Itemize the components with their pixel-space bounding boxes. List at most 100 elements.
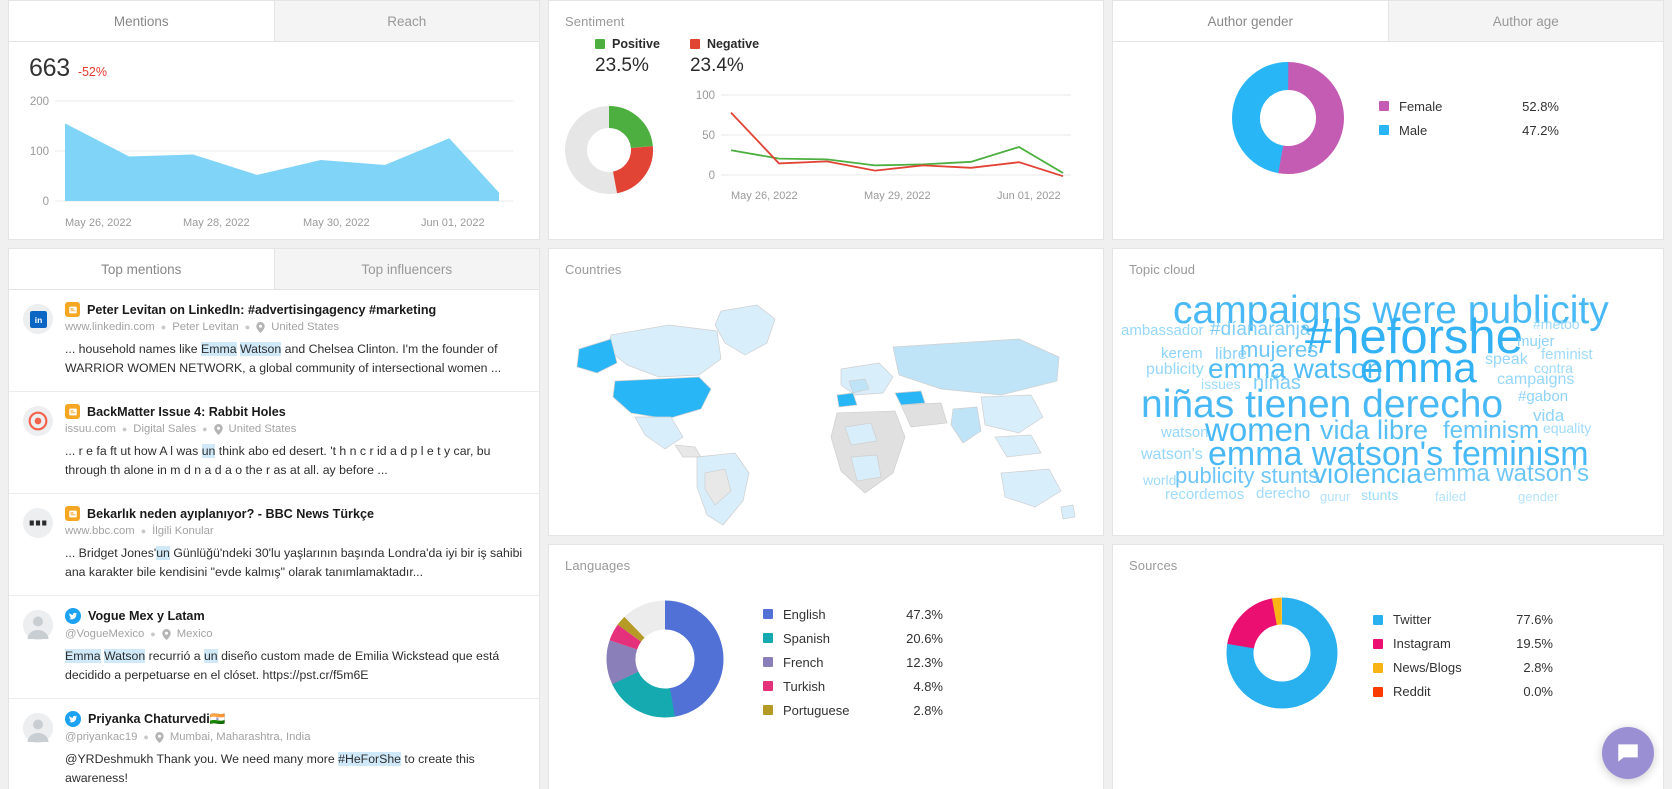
legend-swatch-icon [1373, 662, 1383, 673]
intercom-chat-button[interactable] [1602, 727, 1654, 779]
topic-cloud-word[interactable]: violencia [1313, 460, 1422, 488]
topic-cloud-word[interactable]: speak [1485, 352, 1528, 368]
mention-meta: www.linkedin.com ● Peter Levitan ● United St… [65, 321, 525, 333]
country-new-zealand[interactable] [1060, 504, 1076, 520]
mention-item[interactable]: BackMatter Issue 4: Rabbit Holes issuu.co… [9, 392, 539, 494]
female-swatch-icon [1379, 101, 1389, 111]
tab-mentions[interactable]: Mentions [9, 1, 275, 41]
topic-cloud-word[interactable]: equality [1543, 421, 1591, 435]
tab-author-gender[interactable]: Author gender [1113, 1, 1389, 41]
legend-item[interactable]: Twitter 77.6% [1373, 612, 1553, 627]
country-greenland[interactable] [714, 304, 776, 356]
mention-domain[interactable]: issuu.com [65, 423, 116, 435]
tab-top-mentions[interactable]: Top mentions [9, 249, 275, 289]
mention-body: Priyanka Chaturvedi🇮🇳 @priyankac19 ● Mumbai… [65, 711, 525, 788]
mentions-ytick-100: 100 [30, 146, 49, 158]
region-middle-east[interactable] [900, 402, 948, 428]
region-europe[interactable] [840, 362, 894, 396]
country-nigeria[interactable] [844, 422, 878, 446]
mention-title[interactable]: Vogue Mex y Latam [88, 609, 205, 623]
legend-item[interactable]: French 12.3% [763, 655, 943, 670]
tab-author-age[interactable]: Author age [1388, 1, 1663, 41]
legend-label: Instagram [1393, 636, 1451, 651]
topic-cloud-word[interactable]: #gabon [1518, 389, 1568, 404]
topic-cloud-word[interactable]: kerem [1161, 346, 1203, 361]
topic-cloud-word[interactable]: stunts [1361, 488, 1398, 502]
topic-cloud-word[interactable]: emma watson's [1423, 462, 1589, 486]
topic-cloud-word[interactable]: gurur [1320, 490, 1350, 503]
languages-donut [606, 600, 724, 718]
country-china[interactable] [980, 394, 1044, 434]
topic-cloud-word[interactable]: ambassador [1121, 323, 1204, 338]
legend-label: Spanish [783, 630, 830, 646]
languages-card: Languages English 47.3% Spanish 20.6% French… [548, 544, 1104, 789]
legend-item[interactable]: Spanish 20.6% [763, 631, 943, 646]
mention-item[interactable]: Priyanka Chaturvedi🇮🇳 @priyankac19 ● Mumbai… [9, 699, 539, 789]
country-canada[interactable] [606, 324, 722, 378]
legend-item[interactable]: News/Blogs 2.8% [1373, 660, 1553, 675]
country-india[interactable] [950, 406, 982, 444]
keyword-highlight: un [201, 444, 216, 458]
separator-icon: ● [140, 526, 147, 536]
tab-reach[interactable]: Reach [274, 1, 539, 41]
location-pin-icon [256, 321, 265, 333]
legend-item[interactable]: Reddit 0.0% [1373, 684, 1553, 699]
topic-cloud-word[interactable]: gender [1518, 490, 1558, 503]
country-central-america[interactable] [674, 444, 702, 458]
tab-top-influencers[interactable]: Top influencers [274, 249, 539, 289]
legend-label: French [783, 654, 824, 670]
country-mexico[interactable] [634, 416, 684, 450]
country-turkey[interactable] [894, 390, 926, 406]
mention-domain[interactable]: www.bbc.com [65, 525, 135, 537]
legend-item[interactable]: English 47.3% [763, 607, 943, 622]
country-united-states[interactable] [612, 376, 712, 420]
mention-item[interactable]: Vogue Mex y Latam @VogueMexico ● Mexico Emma… [9, 596, 539, 699]
mention-author[interactable]: Digital Sales [133, 423, 196, 435]
mention-meta: @VogueMexico ● Mexico [65, 628, 525, 640]
mention-text: ... Bridget Jones'un Günlüğü'ndeki 30'lu… [65, 544, 525, 582]
country-alaska[interactable] [576, 338, 618, 374]
topic-cloud-word[interactable]: publicity stunts [1175, 465, 1319, 487]
female-label: Female [1399, 98, 1443, 114]
mention-header: Bekarlık neden ayıplanıyor? - BBC News T… [65, 506, 525, 521]
issuu-icon [28, 411, 48, 431]
mention-domain[interactable]: @VogueMexico [65, 628, 144, 640]
mention-author[interactable]: Peter Levitan [172, 321, 239, 333]
topic-cloud-word[interactable]: failed [1435, 490, 1466, 503]
mention-item[interactable]: in Peter Levitan on LinkedIn: #advertisin… [9, 290, 539, 392]
region-southeast-asia[interactable] [994, 434, 1042, 458]
topic-cloud-word[interactable]: watson [1161, 425, 1209, 440]
legend-item[interactable]: Female 52.8% [1379, 99, 1559, 114]
world-map[interactable] [549, 277, 1097, 527]
author-tabs: Author gender Author age [1113, 1, 1663, 42]
topic-cloud-word[interactable]: recordemos [1165, 487, 1244, 502]
mention-title[interactable]: Peter Levitan on LinkedIn: #advertisinga… [87, 303, 436, 317]
legend-swatch-icon [763, 705, 773, 715]
mention-author[interactable]: İlgili Konular [152, 525, 214, 537]
keyword-highlight: un [156, 546, 170, 560]
mention-title[interactable]: Bekarlık neden ayıplanıyor? - BBC News T… [87, 507, 374, 521]
topic-cloud-word[interactable]: watson's [1141, 447, 1203, 463]
country-russia[interactable] [892, 338, 1060, 396]
topic-cloud-word[interactable]: #metoo [1533, 317, 1580, 331]
positive-label: Positive [612, 37, 660, 51]
legend-item[interactable]: Instagram 19.5% [1373, 636, 1553, 651]
mention-title[interactable]: BackMatter Issue 4: Rabbit Holes [87, 405, 286, 419]
topic-cloud-word[interactable]: campaigns [1497, 372, 1574, 388]
countries-title: Countries [565, 262, 622, 277]
separator-icon: ● [121, 424, 128, 434]
topic-cloud-word[interactable]: publicity [1146, 362, 1204, 378]
topic-cloud-word[interactable]: world [1143, 473, 1176, 487]
mention-item[interactable]: Bekarlık neden ayıplanıyor? - BBC News T… [9, 494, 539, 596]
legend-item[interactable]: Turkish 4.8% [763, 679, 943, 694]
mention-domain[interactable]: @priyankac19 [65, 731, 137, 743]
country-australia[interactable] [1000, 468, 1062, 508]
topic-cloud-word[interactable]: derecho [1256, 486, 1310, 501]
mention-title[interactable]: Priyanka Chaturvedi🇮🇳 [88, 712, 225, 727]
legend-item[interactable]: Portuguese 2.8% [763, 703, 943, 718]
legend-item[interactable]: Male 47.2% [1379, 123, 1559, 138]
mention-text: @YRDeshmukh Thank you. We need many more… [65, 750, 525, 788]
country-spain[interactable] [836, 392, 858, 408]
mention-domain[interactable]: www.linkedin.com [65, 321, 155, 333]
keyword-highlight: #HeForShe [338, 752, 402, 766]
